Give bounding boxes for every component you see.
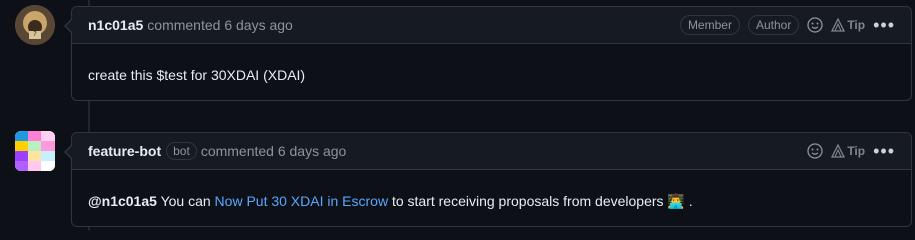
comment: feature-bot bot commented 6 days ago Tip… [64, 132, 912, 227]
avatar[interactable] [15, 131, 55, 171]
tip-label: Tip [847, 18, 866, 32]
comment-body: create this $test for 30XDAI (XDAI) [88, 67, 306, 83]
body-text-suffix: to start receiving proposals from develo… [391, 193, 664, 209]
tip-icon [831, 18, 846, 32]
avatar[interactable]: ? [15, 5, 55, 45]
bot-badge: bot [166, 142, 197, 160]
comment: n1c01a5 commented 6 days ago Member Auth… [64, 6, 912, 101]
tip-label: Tip [847, 144, 866, 158]
tip-button[interactable]: Tip [831, 18, 865, 32]
comment-header: feature-bot bot commented 6 days ago Tip… [72, 133, 911, 170]
user-mention[interactable]: @n1c01a5 [88, 193, 157, 209]
tip-icon [831, 144, 846, 158]
tip-button[interactable]: Tip [831, 144, 865, 158]
member-label: Member [679, 15, 740, 35]
comment-timestamp[interactable]: commented 6 days ago [147, 17, 293, 33]
comment-header: n1c01a5 commented 6 days ago Member Auth… [72, 7, 911, 44]
comment-author[interactable]: n1c01a5 [88, 17, 143, 33]
kebab-icon[interactable]: ••• [873, 15, 895, 36]
kebab-icon[interactable]: ••• [873, 141, 895, 162]
avatar-image [15, 131, 55, 171]
body-text-prefix: You can [160, 193, 211, 209]
comment-author[interactable]: feature-bot [88, 143, 161, 159]
avatar-image: ? [15, 5, 55, 45]
smiley-icon[interactable] [807, 143, 823, 159]
author-label: Author [747, 15, 800, 35]
comment-body: @n1c01a5 You can Now Put 30 XDAI in Escr… [72, 170, 911, 211]
escrow-link[interactable]: Now Put 30 XDAI in Escrow [215, 193, 389, 209]
body-text-end: . [688, 193, 693, 209]
comment-timestamp[interactable]: commented 6 days ago [201, 143, 347, 159]
developer-emoji-icon: 👨‍💻 [667, 193, 685, 209]
svg-text:?: ? [33, 30, 37, 38]
smiley-icon[interactable] [807, 17, 823, 33]
